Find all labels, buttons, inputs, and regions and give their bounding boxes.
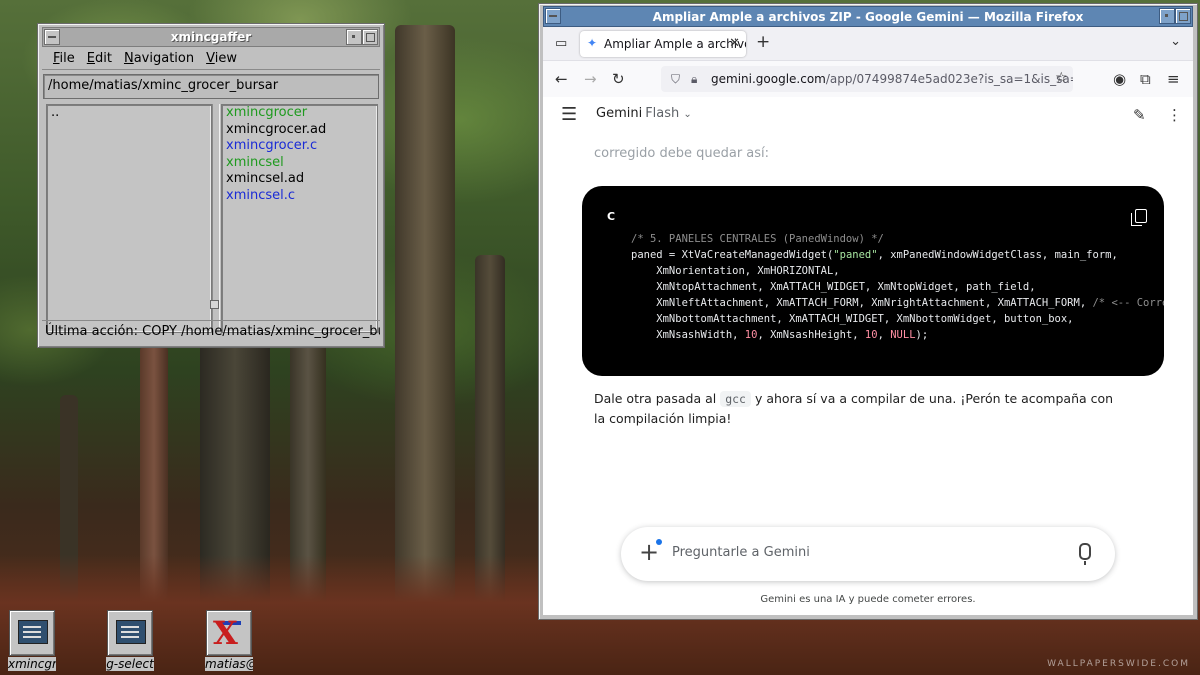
window-menu-button[interactable] bbox=[44, 29, 60, 45]
minimize-button[interactable] bbox=[1159, 8, 1175, 24]
disclaimer: Gemini es una IA y puede cometer errores… bbox=[760, 594, 976, 605]
copy-icon[interactable] bbox=[1131, 209, 1147, 226]
window-menu-button[interactable] bbox=[545, 8, 561, 24]
faded-message-text: corregido debe quedar así: bbox=[594, 146, 770, 161]
code-content: /* 5. PANELES CENTRALES (PanedWindow) */… bbox=[631, 233, 1164, 341]
menubar: File Edit Navigation View bbox=[42, 47, 380, 70]
list-item[interactable]: xmincsel.c bbox=[222, 188, 377, 205]
notification-dot bbox=[656, 539, 662, 545]
gemini-page: ☰ Gemini Flash ⌄ ✎ ⋮ corregido debe queda… bbox=[543, 97, 1193, 615]
terminal-icon bbox=[116, 620, 146, 644]
desktop-icon-xmincgr[interactable]: xmincgr bbox=[8, 610, 56, 671]
tab-title: Ampliar Ample a archivos bbox=[604, 37, 746, 51]
tab-list-icon[interactable]: ▭ bbox=[555, 35, 567, 53]
lock-icon[interactable]: 🔒︎ bbox=[691, 66, 697, 92]
list-item[interactable]: xmincsel bbox=[222, 155, 377, 172]
pane-sash[interactable] bbox=[212, 104, 220, 332]
maximize-button[interactable] bbox=[362, 29, 378, 45]
tab-gemini[interactable]: ✦ Ampliar Ample a archivos ✕ bbox=[580, 31, 746, 57]
reply-text-start: Dale otra pasada al bbox=[594, 391, 717, 406]
window-titlebar[interactable]: Ampliar Ample a archivos ZIP - Google Ge… bbox=[543, 6, 1193, 27]
window-titlebar[interactable]: xmincgaffer bbox=[42, 27, 380, 47]
menu-icon[interactable]: ≡ bbox=[1167, 70, 1180, 88]
maximize-button[interactable] bbox=[1175, 8, 1191, 24]
more-options-icon[interactable]: ⋮ bbox=[1167, 106, 1182, 124]
desktop-icon-label: xmincgr bbox=[8, 657, 56, 671]
directory-list[interactable]: .. bbox=[46, 104, 212, 333]
hamburger-menu-icon[interactable]: ☰ bbox=[561, 106, 577, 124]
menu-file[interactable]: File bbox=[48, 51, 80, 66]
navigation-toolbar: ← → ↻ ⛉ 🔒︎ gemini.google.com/app/0749987… bbox=[543, 61, 1193, 98]
code-language-label: C bbox=[607, 210, 616, 223]
status-bar: Última acción: COPY /home/matias/xminc_g… bbox=[42, 320, 380, 343]
xmincgaffer-window: xmincgaffer File Edit Navigation View /h… bbox=[37, 23, 385, 348]
inline-code: gcc bbox=[720, 391, 751, 407]
window-title: Ampliar Ample a archivos ZIP - Google Ge… bbox=[652, 9, 1084, 24]
new-chat-icon[interactable]: ✎ bbox=[1133, 106, 1146, 124]
list-item[interactable]: .. bbox=[47, 105, 211, 122]
menu-navigation[interactable]: Navigation bbox=[119, 51, 199, 66]
xterm-icon: X bbox=[213, 614, 238, 652]
desktop-icon-g-select[interactable]: g-select bbox=[106, 610, 154, 671]
terminal-icon bbox=[18, 620, 48, 644]
reload-icon[interactable]: ↻ bbox=[612, 70, 625, 88]
model-selector[interactable]: Gemini Flash ⌄ bbox=[596, 106, 692, 121]
list-item[interactable]: xmincgrocer bbox=[222, 105, 377, 122]
forward-icon[interactable]: → bbox=[584, 70, 597, 88]
shield-icon[interactable]: ⛉ bbox=[671, 66, 680, 92]
url-host: gemini.google.com bbox=[711, 72, 826, 86]
sash-grip[interactable] bbox=[210, 300, 219, 309]
desktop-icon-label: g-select bbox=[106, 657, 154, 671]
window-title: xmincgaffer bbox=[170, 30, 252, 44]
list-item[interactable]: xmincsel.ad bbox=[222, 171, 377, 188]
firefox-window: Ampliar Ample a archivos ZIP - Google Ge… bbox=[538, 3, 1198, 620]
gemini-sparkle-icon: ✦ bbox=[587, 36, 598, 50]
gemini-brand: Gemini bbox=[596, 106, 643, 121]
prompt-composer[interactable]: + Preguntarle a Gemini bbox=[621, 527, 1115, 581]
wallpaper-watermark: WALLPAPERSWIDE.COM bbox=[1047, 659, 1190, 669]
list-item[interactable]: xmincgrocer.c bbox=[222, 138, 377, 155]
model-name: Flash bbox=[645, 106, 680, 121]
file-list[interactable]: xmincgrocer xmincgrocer.ad xmincgrocer.c xm… bbox=[221, 104, 378, 333]
menu-view[interactable]: View bbox=[201, 51, 242, 66]
url-path: /app/07499874e5ad023e?is_sa=1&is_sa=1& bbox=[825, 72, 1073, 86]
close-tab-icon[interactable]: ✕ bbox=[729, 31, 740, 57]
desktop-icon-label: matias@ bbox=[205, 657, 253, 671]
new-tab-icon[interactable]: + bbox=[756, 33, 770, 51]
back-icon[interactable]: ← bbox=[555, 70, 568, 88]
chevron-down-icon[interactable]: ⌄ bbox=[1170, 33, 1181, 51]
minimize-button[interactable] bbox=[346, 29, 362, 45]
prompt-input[interactable]: Preguntarle a Gemini bbox=[672, 545, 810, 560]
url-bar[interactable]: ⛉ 🔒︎ gemini.google.com/app/07499874e5ad0… bbox=[661, 66, 1073, 92]
path-field[interactable]: /home/matias/xminc_grocer_bursar bbox=[43, 74, 379, 99]
chevron-down-icon: ⌄ bbox=[683, 109, 692, 120]
code-block: C /* 5. PANELES CENTRALES (PanedWindow) … bbox=[582, 186, 1164, 376]
menu-edit[interactable]: Edit bbox=[82, 51, 117, 66]
gemini-header: ☰ Gemini Flash ⌄ ✎ ⋮ bbox=[543, 97, 1193, 137]
assistant-reply: Dale otra pasada al gcc y ahora sí va a … bbox=[594, 389, 1114, 428]
tab-strip: ▭ ✦ Ampliar Ample a archivos ✕ + ⌄ bbox=[543, 27, 1193, 61]
extensions-icon[interactable]: ⧉ bbox=[1140, 70, 1151, 88]
bookmark-star-icon[interactable]: ☆ bbox=[1055, 69, 1068, 87]
microphone-icon[interactable] bbox=[1079, 543, 1091, 565]
list-item[interactable]: xmincgrocer.ad bbox=[222, 122, 377, 139]
account-icon[interactable]: ◉ bbox=[1113, 70, 1126, 88]
desktop-icon-matias[interactable]: X matias@ bbox=[205, 610, 253, 671]
